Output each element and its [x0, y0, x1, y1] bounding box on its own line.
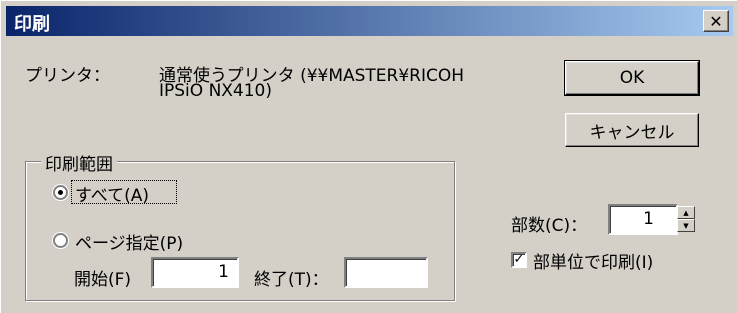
ok-button-label: OK	[619, 68, 645, 88]
radio-all-label[interactable]: すべて(A)	[75, 181, 149, 206]
spin-up-icon[interactable]: ▲	[677, 206, 695, 219]
close-icon: ✕	[709, 11, 723, 31]
end-page-input[interactable]	[344, 257, 428, 288]
printer-label: プリンタ：	[25, 66, 110, 86]
radio-pages-button[interactable]	[53, 233, 68, 248]
cancel-button[interactable]: キャンセル	[565, 113, 699, 147]
end-page-label: 終了(T)：	[254, 270, 329, 290]
print-dialog: 印刷 ✕ プリンタ： 通常使うプリンタ (¥¥MASTER¥RICOH IPSi…	[0, 0, 737, 313]
printer-name-line2: IPSiO NX410)	[159, 81, 273, 101]
cancel-button-label: キャンセル	[589, 122, 675, 143]
copies-label: 部数(C)：	[511, 216, 588, 236]
window-title: 印刷	[14, 14, 50, 35]
collate-checkbox[interactable]: ✓	[511, 252, 527, 268]
radio-all-button[interactable]	[53, 185, 68, 200]
ok-button[interactable]: OK	[564, 60, 700, 96]
radio-selected-dot	[58, 190, 63, 195]
collate-label[interactable]: 部単位で印刷(I)	[533, 248, 653, 273]
start-page-label: 開始(F)	[74, 270, 132, 290]
title-bar: 印刷 ✕	[6, 6, 733, 36]
copies-input[interactable]: 1	[608, 204, 678, 235]
spin-down-icon[interactable]: ▼	[677, 219, 695, 232]
close-button[interactable]: ✕	[703, 10, 729, 32]
copies-spinner[interactable]: ▲ ▼	[677, 206, 695, 237]
print-range-group-label: 印刷範囲	[41, 150, 117, 175]
radio-pages-label[interactable]: ページ指定(P)	[75, 229, 183, 254]
start-page-input[interactable]: 1	[151, 257, 239, 288]
